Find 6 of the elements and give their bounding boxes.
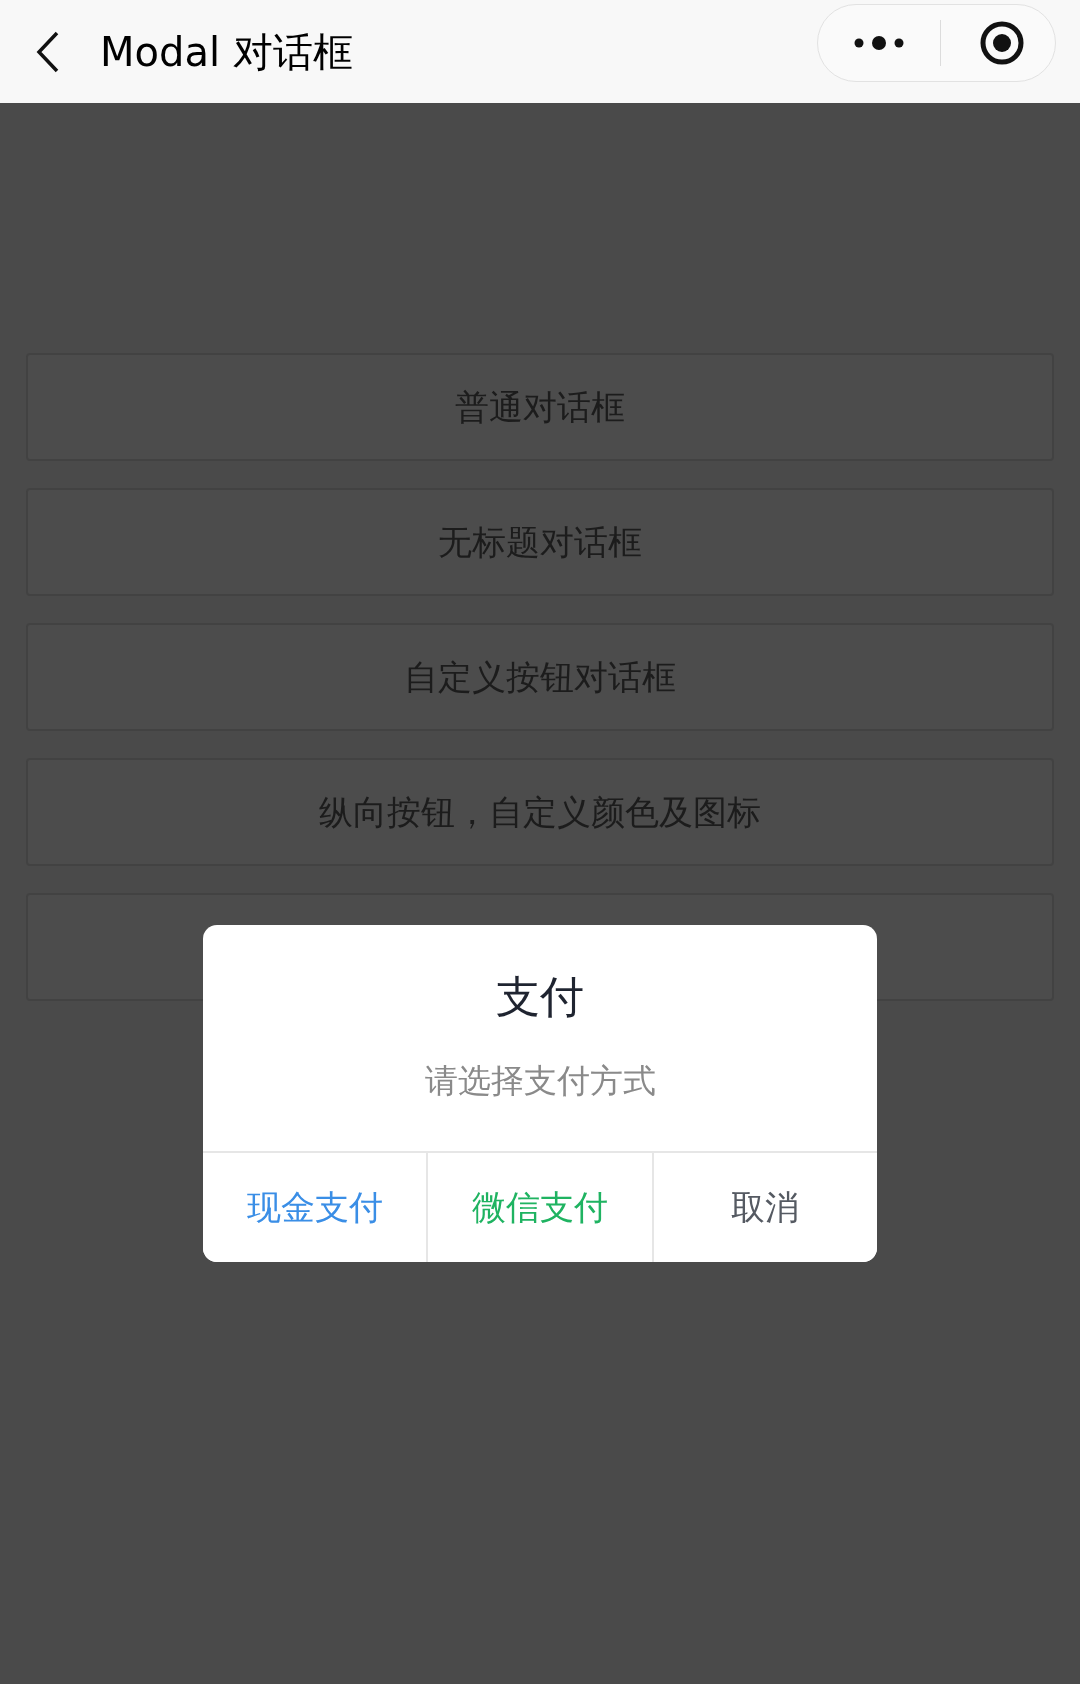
modal-message: 请选择支付方式 [423, 1060, 657, 1102]
page-title: Modal 对话框 [100, 27, 353, 77]
back-icon[interactable] [36, 29, 60, 74]
modal-title: 支付 [495, 970, 585, 1024]
more-icon[interactable] [854, 36, 904, 50]
modal-action-button[interactable]: 取消 [651, 1153, 877, 1262]
